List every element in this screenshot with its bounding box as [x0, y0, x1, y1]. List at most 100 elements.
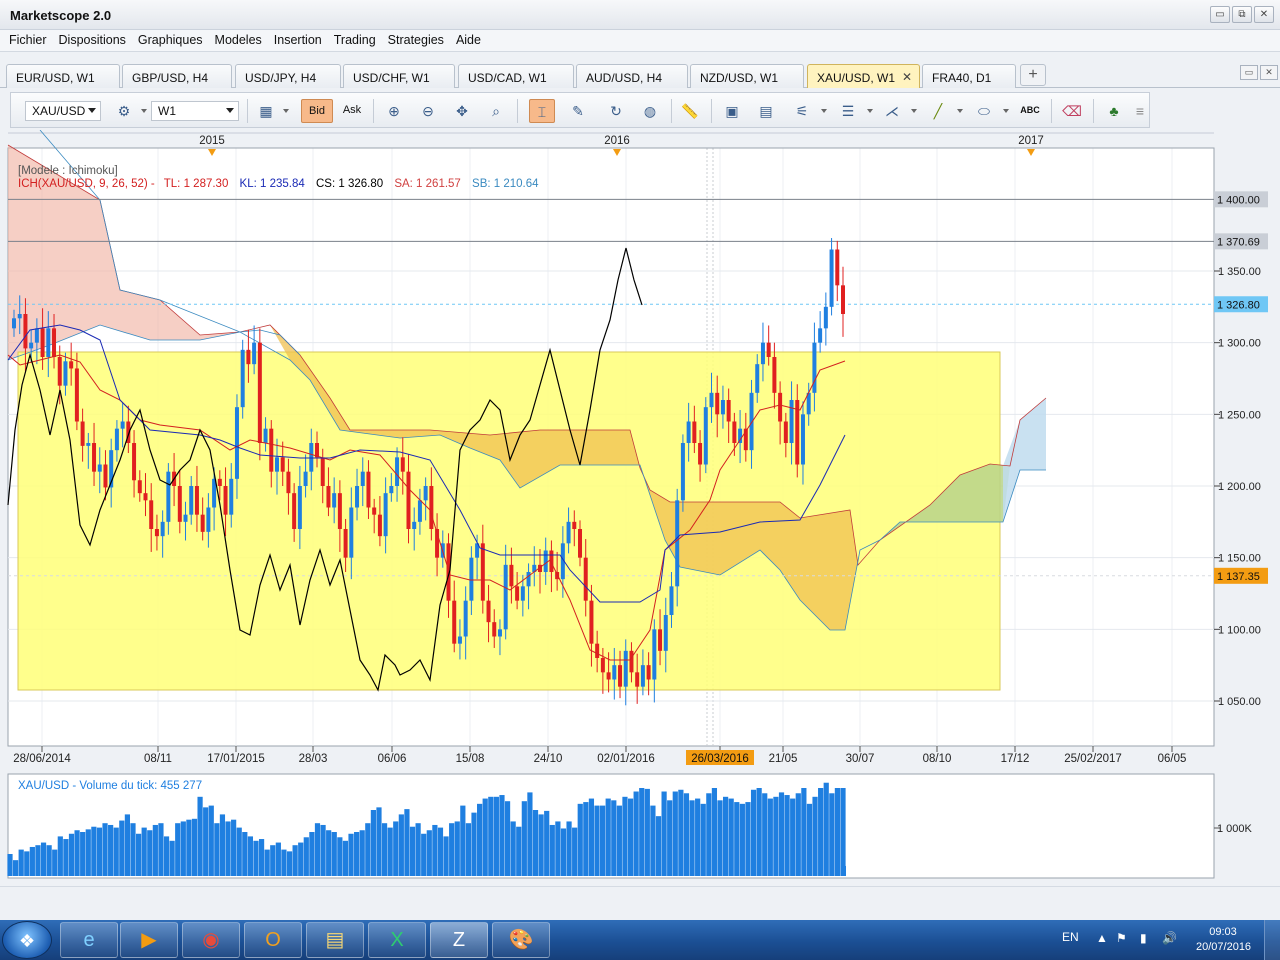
tab-label: AUD/USD, H4	[586, 71, 663, 85]
edit-chart-icon[interactable]: ✎	[565, 99, 591, 123]
tab-eurusd-w1[interactable]: EUR/USD, W1	[6, 64, 120, 88]
chevron-down-icon[interactable]	[141, 109, 147, 113]
fan-icon[interactable]: ⋌	[879, 99, 905, 123]
y-tick-label: 1 350.00	[1218, 266, 1261, 278]
tab-close-icon[interactable]: ✕	[902, 70, 912, 84]
chevron-down-icon[interactable]	[1003, 109, 1009, 113]
window-icon[interactable]: ▤	[753, 99, 779, 123]
draw-lines-icon[interactable]: ⚟	[789, 99, 815, 123]
y-tick-label: 1 250.00	[1218, 409, 1261, 421]
volume-tick: 1 000K	[1217, 823, 1253, 835]
start-button[interactable]: ❖	[2, 921, 52, 959]
volume-bar	[516, 826, 522, 876]
tab-usdchf-w1[interactable]: USD/CHF, W1	[343, 64, 455, 88]
volume-bar	[108, 824, 114, 876]
chart-tab-bar: EUR/USD, W1 GBP/USD, H4 USD/JPY, H4 USD/…	[0, 60, 1280, 88]
chevron-down-icon[interactable]	[821, 109, 827, 113]
tab-audusd-h4[interactable]: AUD/USD, H4	[576, 64, 688, 88]
outlook-icon[interactable]: O	[244, 922, 302, 958]
system-clock[interactable]: 09:03 20/07/2016	[1196, 925, 1251, 955]
tab-usdjpy-h4[interactable]: USD/JPY, H4	[235, 64, 341, 88]
volume-bar	[611, 800, 617, 876]
volume-bar	[393, 821, 399, 876]
trendline-icon[interactable]: ╱	[925, 99, 951, 123]
price-chart[interactable]: 2015 2016 2017 [Modele : Ichimoku] ICH(XAU…	[0, 130, 1280, 770]
tab-close-all-button[interactable]: ✕	[1260, 65, 1278, 80]
ruler-icon[interactable]: 📏	[677, 99, 703, 123]
volume-bar	[163, 836, 170, 876]
tab-label: FRA40, D1	[932, 71, 992, 85]
minimize-button[interactable]: ▭	[1210, 6, 1230, 23]
menu-insertion[interactable]: Insertion	[268, 30, 328, 51]
paint-icon[interactable]: 🎨	[492, 922, 550, 958]
chevron-down-icon[interactable]	[283, 109, 289, 113]
refresh-icon[interactable]: ↻	[603, 99, 629, 123]
zoom-in-icon[interactable]: ⊕	[381, 99, 407, 123]
add-tab-button[interactable]: +	[1020, 64, 1046, 86]
app-title: Marketscope 2.0	[10, 8, 112, 23]
text-tool-icon[interactable]: ABC	[1017, 99, 1043, 123]
volume-bar	[404, 809, 410, 876]
image-icon[interactable]: ▣	[719, 99, 745, 123]
menu-trading[interactable]: Trading	[328, 30, 382, 51]
chart-type-icon[interactable]: ▦	[253, 99, 279, 123]
volume-chart[interactable]: XAU/USD - Volume du tick: 455 277 1 000K	[0, 772, 1280, 884]
tab-xauusd-w1[interactable]: XAU/USD, W1 ✕	[807, 64, 920, 88]
window-controls: ▭ ⧉ ✕	[1210, 6, 1274, 23]
action-center-icon[interactable]: ⚑	[1116, 931, 1127, 945]
menu-strategies[interactable]: Strategies	[382, 30, 450, 51]
candle-body	[183, 514, 188, 522]
hierarchy-icon[interactable]: ♣	[1101, 99, 1127, 123]
chevron-down-icon[interactable]	[867, 109, 873, 113]
tab-gbpusd-h4[interactable]: GBP/USD, H4	[122, 64, 232, 88]
close-button[interactable]: ✕	[1254, 6, 1274, 23]
eraser-icon[interactable]: ⌫	[1059, 99, 1085, 123]
chevron-down-icon[interactable]	[911, 109, 917, 113]
internet-explorer-icon[interactable]: e	[60, 922, 118, 958]
marketscope-icon[interactable]: Z	[430, 922, 488, 958]
crosshair-icon[interactable]: ⌶	[529, 99, 555, 123]
highlight-rectangle[interactable]	[17, 351, 1001, 691]
candle-body	[274, 457, 279, 472]
volume-bar	[197, 796, 203, 876]
file-explorer-icon[interactable]: ▤	[306, 922, 364, 958]
chrome-icon[interactable]: ◉	[182, 922, 240, 958]
tab-restore-button[interactable]: ▭	[1240, 65, 1258, 80]
ellipse-icon[interactable]: ⬭	[971, 99, 997, 123]
zoom-out-icon[interactable]: ⊖	[415, 99, 441, 123]
symbol-select[interactable]: XAU/USD	[25, 101, 101, 121]
candle-body	[463, 600, 468, 637]
menu-aide[interactable]: Aide	[450, 30, 487, 51]
toolbar-overflow-icon[interactable]: ≡	[1133, 99, 1147, 123]
volume-bar	[370, 810, 376, 876]
ask-button[interactable]: Ask	[337, 99, 367, 123]
bid-button[interactable]: Bid	[301, 99, 333, 123]
media-player-icon[interactable]: ▶	[120, 922, 178, 958]
instrument-icon[interactable]: ⚙	[111, 99, 137, 123]
globe-icon[interactable]: ◍	[637, 99, 663, 123]
show-hidden-icons-icon[interactable]: ▲	[1096, 931, 1108, 945]
network-icon[interactable]: ▮	[1140, 931, 1147, 945]
symbol-value: XAU/USD	[32, 104, 86, 118]
timeframe-select[interactable]: W1	[151, 101, 239, 121]
maximize-button[interactable]: ⧉	[1232, 6, 1252, 23]
horizontal-lines-icon[interactable]: ☰	[835, 99, 861, 123]
menu-dispositions[interactable]: Dispositions	[53, 30, 132, 51]
menu-graphiques[interactable]: Graphiques	[132, 30, 209, 51]
tab-fra40-d1[interactable]: FRA40, D1	[922, 64, 1016, 88]
candle-body	[760, 342, 765, 365]
zoom-area-icon[interactable]: ⌕	[483, 99, 509, 123]
candle-body	[137, 480, 142, 494]
language-indicator[interactable]: EN	[1062, 930, 1079, 944]
menu-fichier[interactable]: Fichier	[3, 30, 53, 51]
tab-nzdusd-w1[interactable]: NZD/USD, W1	[690, 64, 804, 88]
x-tick-label: 02/01/2016	[597, 753, 655, 765]
chevron-down-icon[interactable]	[957, 109, 963, 113]
show-desktop-button[interactable]	[1264, 920, 1280, 960]
volume-icon[interactable]: 🔊	[1162, 931, 1177, 945]
tab-usdcad-w1[interactable]: USD/CAD, W1	[458, 64, 574, 88]
candle-body	[343, 529, 348, 558]
cursor-icon[interactable]: ✥	[449, 99, 475, 123]
excel-icon[interactable]: X	[368, 922, 426, 958]
menu-modeles[interactable]: Modeles	[209, 30, 268, 51]
